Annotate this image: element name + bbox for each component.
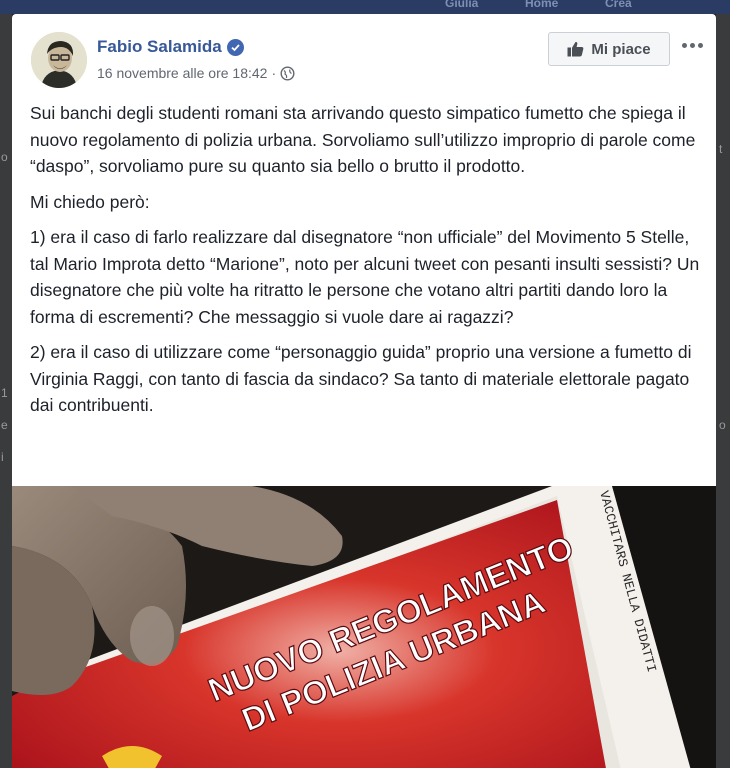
post-paragraph: 1) era il caso di farlo realizzare dal d…	[30, 227, 700, 327]
like-page-label: Mi piace	[591, 40, 651, 58]
background-topbar: Giulia Home Crea	[0, 0, 730, 14]
background-fragment: o	[719, 418, 726, 432]
post-paragraph: 2) era il caso di utilizzare come “perso…	[30, 342, 692, 415]
verified-badge-icon	[226, 38, 244, 56]
globe-icon[interactable]	[280, 65, 295, 81]
background-fragment: 1	[1, 386, 8, 400]
post-photo[interactable]: NUOVO REGOLAMENTO DI POLIZIA URBANA VACC…	[12, 486, 716, 768]
like-page-button[interactable]: Mi piace	[548, 32, 670, 66]
background-nav-item: Home	[525, 0, 559, 10]
more-options-icon[interactable]	[678, 38, 706, 52]
background-fragment: t	[719, 142, 723, 156]
background-fragment: i	[1, 450, 4, 464]
background-right-strip: t o	[716, 14, 730, 768]
background-nav-item: Crea	[605, 0, 632, 10]
background-left-strip: o 1 e i	[0, 14, 12, 768]
post-card: Fabio Salamida 16 novembre alle ore 18:4…	[12, 14, 716, 768]
post-paragraph: Mi chiedo però:	[30, 191, 150, 212]
author-name-row: Fabio Salamida	[97, 37, 244, 57]
post-header: Fabio Salamida 16 novembre alle ore 18:4…	[12, 14, 716, 94]
thumbs-up-icon	[567, 41, 584, 57]
background-fragment: o	[1, 150, 8, 164]
author-name[interactable]: Fabio Salamida	[97, 37, 222, 57]
background-fragment: e	[1, 418, 8, 432]
meta-separator: ·	[271, 65, 277, 81]
post-date[interactable]: 16 novembre alle ore 18:42	[97, 65, 267, 81]
post-meta: 16 novembre alle ore 18:42 ·	[97, 65, 295, 81]
post-paragraph: Sui banchi degli studenti romani sta arr…	[30, 103, 696, 176]
background-nav-item: Giulia	[445, 0, 479, 10]
post-text: Sui banchi degli studenti romani sta arr…	[30, 100, 706, 428]
avatar[interactable]	[31, 32, 87, 88]
